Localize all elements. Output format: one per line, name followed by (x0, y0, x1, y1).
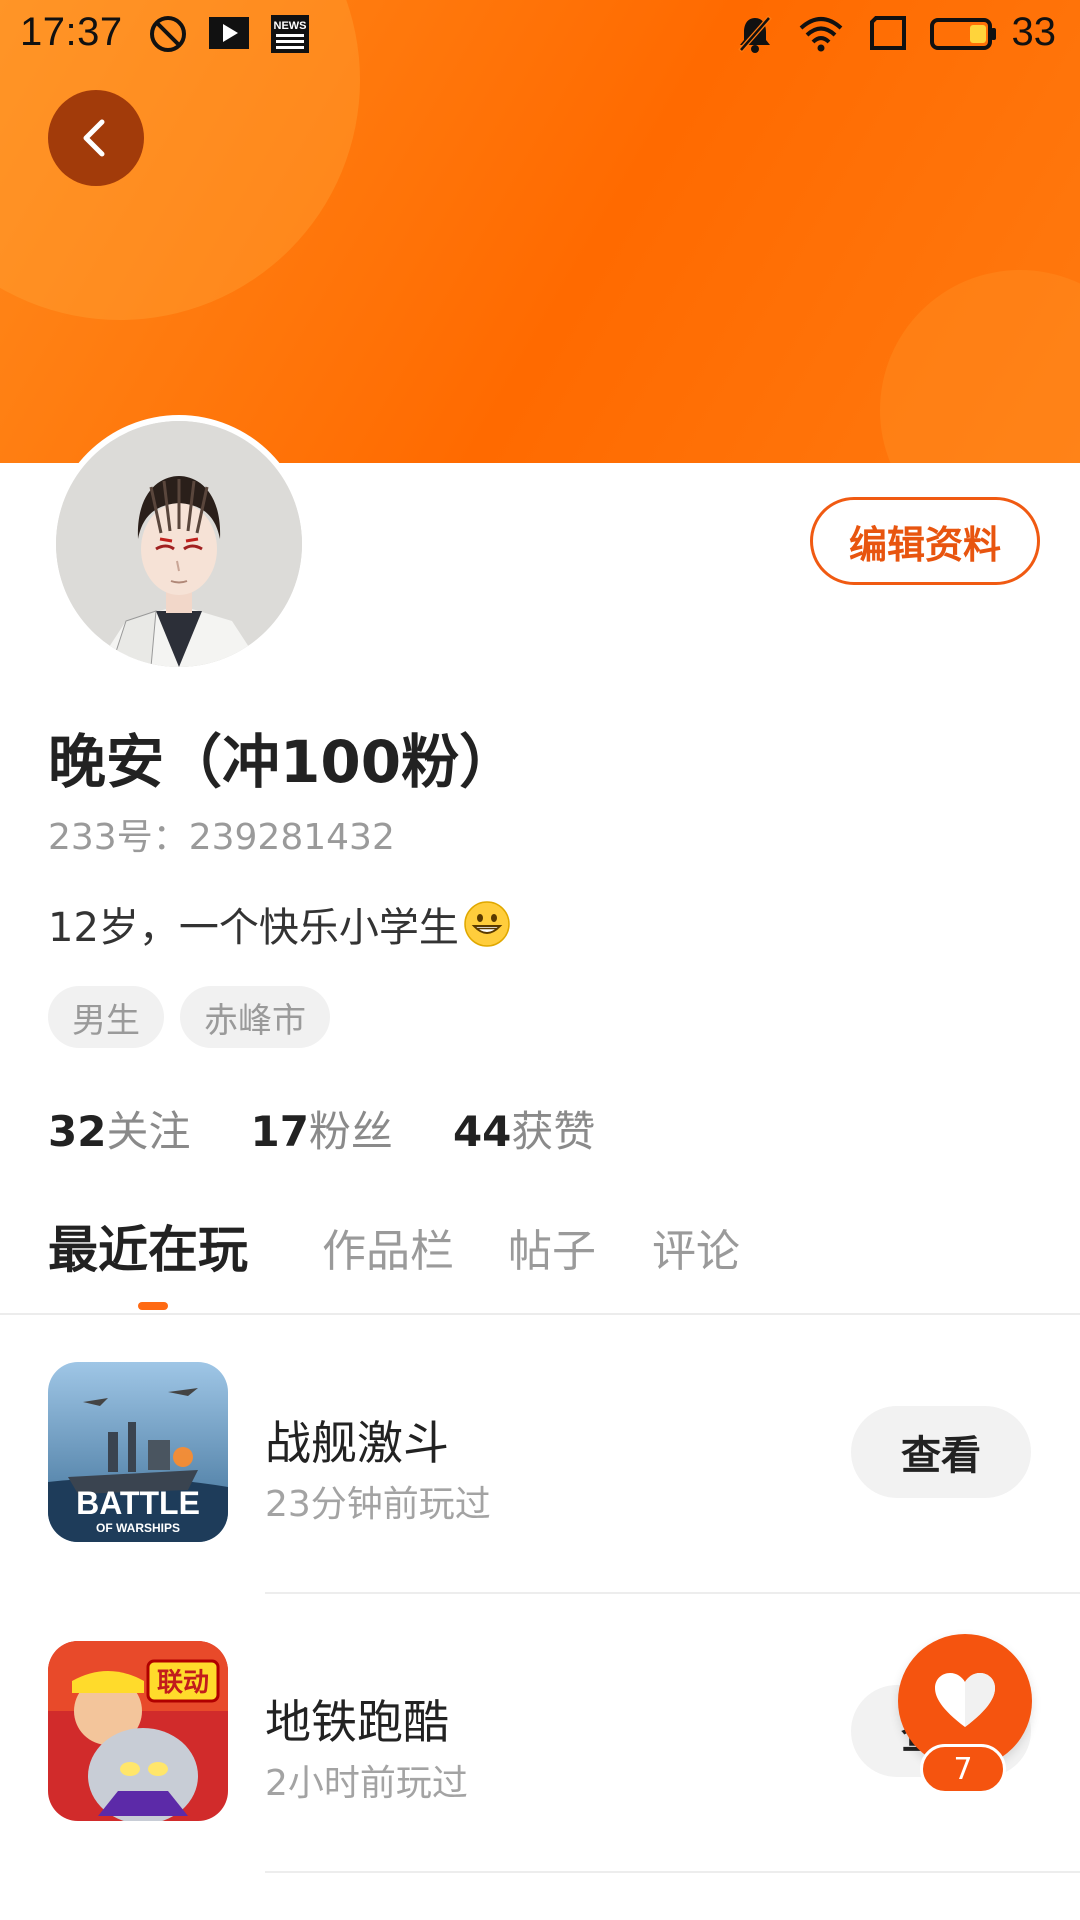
profile-nickname: 晚安（冲100粉） (48, 728, 518, 796)
game-icon-subtext: OF WARSHIPS (96, 1521, 180, 1535)
battery-icon (930, 18, 996, 50)
news-icon: NEWS (271, 15, 309, 53)
game-icon-text: 联动 (157, 1668, 209, 1698)
tab-comments[interactable]: 评论 (652, 1215, 740, 1279)
game-icon: 联动 (48, 1641, 228, 1821)
tab-works[interactable]: 作品栏 (322, 1215, 454, 1279)
tab-posts[interactable]: 帖子 (508, 1215, 596, 1279)
bio-text: 12岁，一个快乐小学生 (48, 905, 459, 951)
stat-value: 32 (48, 1107, 107, 1156)
avatar-illustration (56, 421, 302, 667)
stat-following[interactable]: 32 关注 (48, 1098, 190, 1159)
tag-location: 赤峰市 (180, 986, 330, 1048)
tab-active-indicator (138, 1302, 168, 1310)
view-game-button[interactable]: 查看 (851, 1406, 1031, 1498)
game-last-played: 23分钟前玩过 (265, 1484, 491, 1525)
game-title: 地铁跑酷 (265, 1695, 449, 1749)
status-bar: 17:37 NEWS 33 (0, 0, 1080, 70)
profile-bio: 12岁，一个快乐小学生 (48, 895, 511, 953)
screen-icon (870, 16, 906, 50)
stat-label: 关注 (106, 1107, 191, 1156)
play-icon (209, 17, 249, 49)
grinning-face-emoji-icon (464, 901, 510, 947)
profile-stats: 32 关注 17 粉丝 44 获赞 (48, 1098, 655, 1158)
stat-likes[interactable]: 44 获赞 (453, 1098, 595, 1159)
back-button[interactable] (48, 90, 144, 186)
edit-profile-button[interactable]: 编辑资料 (810, 497, 1040, 585)
battery-level: 33 (1011, 10, 1057, 54)
header-decoration (880, 270, 1080, 463)
list-divider (265, 1871, 1080, 1873)
stat-followers[interactable]: 17 粉丝 (250, 1098, 392, 1159)
game-icon-text: BATTLE (76, 1485, 200, 1521)
stat-label: 获赞 (511, 1107, 596, 1156)
svg-text:NEWS: NEWS (274, 20, 307, 32)
avatar-frame (50, 415, 308, 673)
bell-muted-icon (738, 15, 772, 53)
wifi-icon (799, 17, 843, 52)
user-id: 233号：239281432 (48, 817, 395, 858)
stat-value: 17 (250, 1107, 309, 1156)
warship-game-icon: BATTLE OF WARSHIPS (48, 1362, 228, 1542)
status-time: 17:37 (20, 10, 123, 54)
like-count-badge: 7 (920, 1744, 1006, 1794)
subway-surfers-game-icon: 联动 (48, 1641, 228, 1821)
game-last-played: 2小时前玩过 (265, 1763, 468, 1804)
heart-icon (935, 1673, 995, 1727)
game-title: 战舰激斗 (265, 1416, 449, 1470)
avatar[interactable] (56, 421, 302, 667)
stat-label: 粉丝 (308, 1107, 393, 1156)
list-item[interactable]: BATTLE OF WARSHIPS 战舰激斗 23分钟前玩过 查看 (0, 1315, 1080, 1593)
chevron-left-icon (83, 119, 105, 157)
game-icon: BATTLE OF WARSHIPS (48, 1362, 228, 1542)
stat-value: 44 (452, 1107, 512, 1156)
tag-gender: 男生 (48, 986, 164, 1048)
tab-recently-played[interactable]: 最近在玩 (48, 1210, 248, 1282)
do-not-disturb-icon (150, 16, 186, 52)
